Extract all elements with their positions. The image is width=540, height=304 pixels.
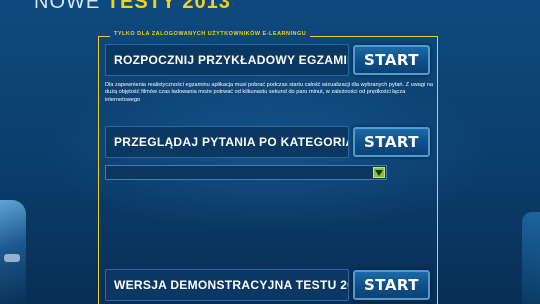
title-part-1: NOWE — [34, 0, 107, 13]
demo-version-label: WERSJA DEMONSTRACYJNA TESTU 2013 — [105, 269, 349, 301]
page-title: NOWE TESTY 2013 — [34, 0, 231, 14]
sample-exam-label: ROZPOCZNIJ PRZYKŁADOWY EGZAMIN — [105, 44, 349, 76]
browse-categories-label: PRZEGLĄDAJ PYTANIA PO KATEGORIACH — [105, 126, 349, 158]
chevron-down-icon — [375, 169, 383, 176]
start-sample-exam-button[interactable]: START — [353, 45, 430, 75]
title-part-2: TESTY 2013 — [106, 0, 231, 13]
start-browse-categories-button[interactable]: START — [353, 127, 430, 157]
decorative-graphic-right — [522, 212, 540, 304]
category-dropdown[interactable] — [105, 165, 387, 180]
loading-info-text: Dla zapewnienia realistyczności egzaminu… — [105, 82, 434, 103]
start-demo-button[interactable]: START — [353, 270, 430, 300]
dropdown-toggle-button[interactable] — [373, 167, 385, 178]
decorative-graphic-left — [0, 200, 26, 304]
panel-section-label: TYLKO DLA ZALOGOWANYCH UŻYTKOWNIKÓW E-LE… — [110, 31, 311, 37]
